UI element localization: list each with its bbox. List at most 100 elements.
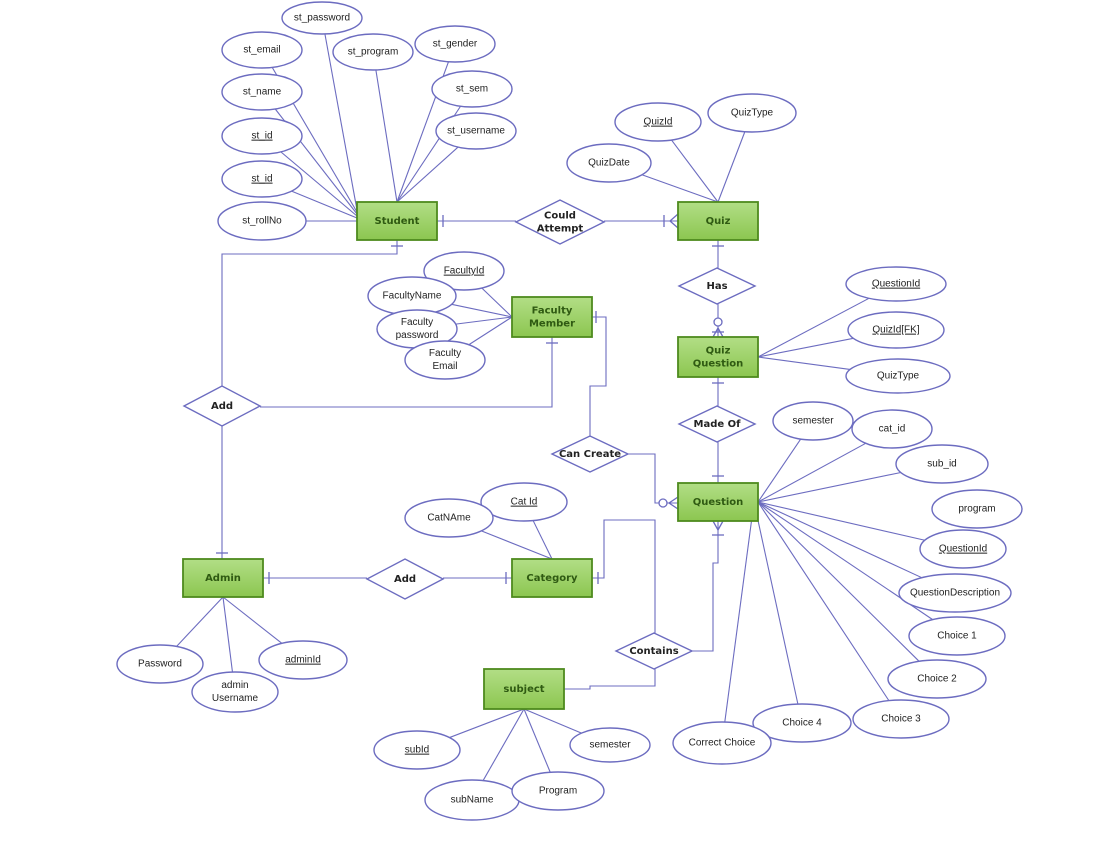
attribute-link [757, 337, 854, 358]
attribute-correct-choice[interactable]: Correct Choice [672, 721, 772, 765]
attribute-ellipse[interactable] [404, 340, 486, 380]
attribute-label: Email [432, 361, 457, 372]
attribute-questionid[interactable]: QuestionId [845, 266, 947, 302]
attribute-st-id[interactable]: st_id [221, 117, 303, 155]
relationship-label: Can Create [559, 449, 621, 460]
attribute-label: Program [539, 786, 577, 797]
attribute-label: st_gender [433, 39, 478, 50]
attribute-link [757, 356, 851, 371]
attribute-sub-id[interactable]: sub_id [895, 444, 989, 484]
attribute-questionid[interactable]: QuestionId [919, 529, 1007, 569]
attribute-subname[interactable]: subName [424, 779, 520, 821]
attribute-st-sem[interactable]: st_sem [431, 70, 513, 108]
entity-quiz-question[interactable]: Quiz Question [677, 336, 759, 378]
attribute-semester[interactable]: semester [569, 727, 651, 763]
attribute-label: Choice 2 [917, 674, 957, 685]
attribute-label: FacultyName [383, 291, 442, 302]
attribute-choice-1[interactable]: Choice 1 [908, 616, 1006, 656]
attribute-link [757, 438, 802, 503]
attribute-quizdate[interactable]: QuizDate [566, 143, 652, 183]
relationship-can-create[interactable]: Can Create [550, 435, 630, 473]
key-attribute-label: subId [405, 745, 429, 756]
attribute-link [222, 596, 283, 644]
entity-question[interactable]: Question [677, 482, 759, 522]
entity-student[interactable]: Student [356, 201, 438, 241]
attribute-link [724, 501, 755, 723]
attribute-label: Choice 1 [937, 631, 977, 642]
attribute-quizid[interactable]: QuizId [614, 102, 702, 142]
attribute-label: Password [138, 659, 182, 670]
attribute-program[interactable]: Program [511, 771, 605, 811]
attribute-admin-username[interactable]: admin Username [191, 671, 279, 713]
attribute-st-rollno[interactable]: st_rollNo [217, 201, 307, 241]
entity-label: Question [693, 497, 744, 508]
attribute-label: Choice 4 [782, 718, 822, 729]
attribute-link [222, 596, 234, 673]
key-attribute-label: QuestionId [939, 544, 987, 555]
attribute-link [641, 174, 719, 203]
entity-label: Quiz [706, 346, 731, 357]
relationship-has[interactable]: Has [677, 267, 757, 305]
attribute-label: password [396, 330, 439, 341]
attribute-ellipse[interactable] [191, 671, 279, 713]
attribute-label: semester [792, 416, 834, 427]
attribute-subid[interactable]: subId [373, 730, 461, 770]
relationship-contains[interactable]: Contains [614, 632, 694, 670]
attribute-link [671, 139, 719, 203]
entity-quiz[interactable]: Quiz [677, 201, 759, 241]
attribute-st-gender[interactable]: st_gender [414, 25, 496, 63]
attribute-cat-id[interactable]: cat_id [851, 409, 933, 449]
attribute-label: sub_id [927, 459, 956, 470]
attribute-link [717, 131, 746, 203]
entity-admin[interactable]: Admin [182, 558, 264, 598]
attribute-choice-2[interactable]: Choice 2 [887, 659, 987, 699]
entity-subject[interactable]: subject [483, 668, 565, 710]
relationship-could-attempt[interactable]: Could Attempt [514, 199, 606, 245]
attribute-label: st_name [243, 87, 282, 98]
attribute-cat-id[interactable]: Cat Id [480, 482, 568, 522]
attribute-label: st_sem [456, 84, 488, 95]
attribute-st-id[interactable]: st_id [221, 160, 303, 198]
entity-box[interactable] [511, 296, 593, 338]
entity-faculty-member[interactable]: Faculty Member [511, 296, 593, 338]
connector-line [692, 521, 719, 652]
attribute-questiondescription[interactable]: QuestionDescription [898, 573, 1012, 613]
attribute-quizid-fk[interactable]: QuizId[FK] [847, 311, 945, 349]
attribute-program[interactable]: program [931, 489, 1023, 529]
attribute-st-username[interactable]: st_username [435, 112, 517, 150]
entity-label: Admin [205, 573, 241, 584]
relationship-made-of[interactable]: Made Of [677, 405, 757, 443]
attribute-choice-3[interactable]: Choice 3 [852, 699, 950, 739]
attribute-quiztype[interactable]: QuizType [707, 93, 797, 133]
key-attribute-label: st_id [251, 174, 272, 185]
attribute-link [481, 287, 513, 318]
attribute-label: st_username [447, 126, 505, 137]
entity-label: Student [375, 216, 420, 227]
attribute-link [757, 471, 901, 503]
attribute-link [375, 69, 398, 203]
attribute-catname[interactable]: CatNAme [404, 498, 494, 538]
entity-box[interactable] [677, 336, 759, 378]
attribute-adminid[interactable]: adminId [258, 640, 348, 680]
relationship-add[interactable]: Add [182, 385, 262, 427]
attribute-quiztype[interactable]: QuizType [845, 358, 951, 394]
entity-label: Category [526, 573, 578, 584]
entity-label: Quiz [706, 216, 731, 227]
entity-category[interactable]: Category [511, 558, 593, 598]
attribute-link [481, 530, 553, 560]
relationship-add[interactable]: Add [365, 558, 445, 600]
attribute-semester[interactable]: semester [772, 401, 854, 441]
attribute-facultyname[interactable]: FacultyName [367, 276, 457, 316]
attribute-faculty-email[interactable]: Faculty Email [404, 340, 486, 380]
attribute-st-name[interactable]: st_name [221, 73, 303, 111]
attribute-password[interactable]: Password [116, 644, 204, 684]
relationship-label: Attempt [537, 224, 584, 235]
entity-label: Member [529, 319, 575, 330]
attribute-st-password[interactable]: st_password [281, 1, 363, 35]
attribute-label: st_rollNo [242, 216, 282, 227]
relationship-label: Add [394, 574, 416, 585]
attribute-st-program[interactable]: st_program [332, 33, 414, 71]
attribute-label: st_email [243, 45, 280, 56]
attribute-st-email[interactable]: st_email [221, 31, 303, 69]
relationship-diamond[interactable] [514, 199, 606, 245]
